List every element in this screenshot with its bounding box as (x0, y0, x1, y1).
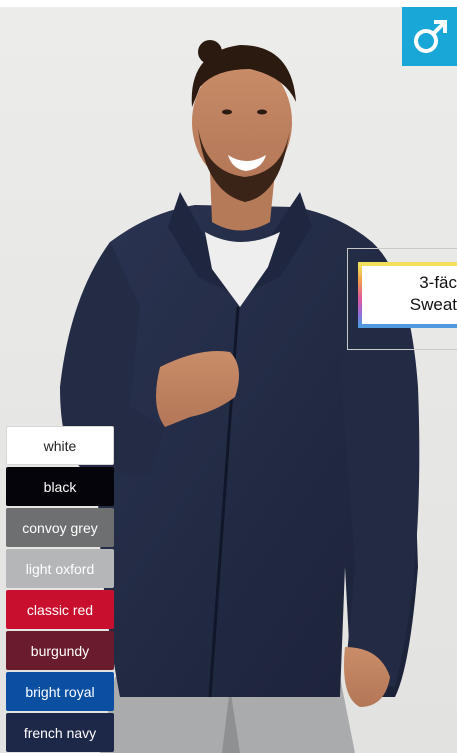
product-visual: 3-fäc Sweat white black convoy grey ligh… (0, 7, 457, 753)
swatch-convoy-grey[interactable]: convoy grey (6, 508, 114, 547)
gender-filter-button[interactable] (402, 7, 457, 66)
swatch-french-navy[interactable]: french navy (6, 713, 114, 752)
swatch-classic-red[interactable]: classic red (6, 590, 114, 629)
male-symbol-icon (413, 19, 447, 53)
swatch-white[interactable]: white (6, 426, 114, 465)
callout-line-2: Sweat (409, 295, 457, 314)
color-swatch-list: white black convoy grey light oxford cla… (6, 426, 114, 753)
swatch-light-oxford[interactable]: light oxford (6, 549, 114, 588)
callout-line-1: 3-fäc (419, 273, 457, 292)
swatch-black[interactable]: black (6, 467, 114, 506)
feature-callout: 3-fäc Sweat (358, 262, 457, 328)
swatch-bright-royal[interactable]: bright royal (6, 672, 114, 711)
swatch-burgundy[interactable]: burgundy (6, 631, 114, 670)
